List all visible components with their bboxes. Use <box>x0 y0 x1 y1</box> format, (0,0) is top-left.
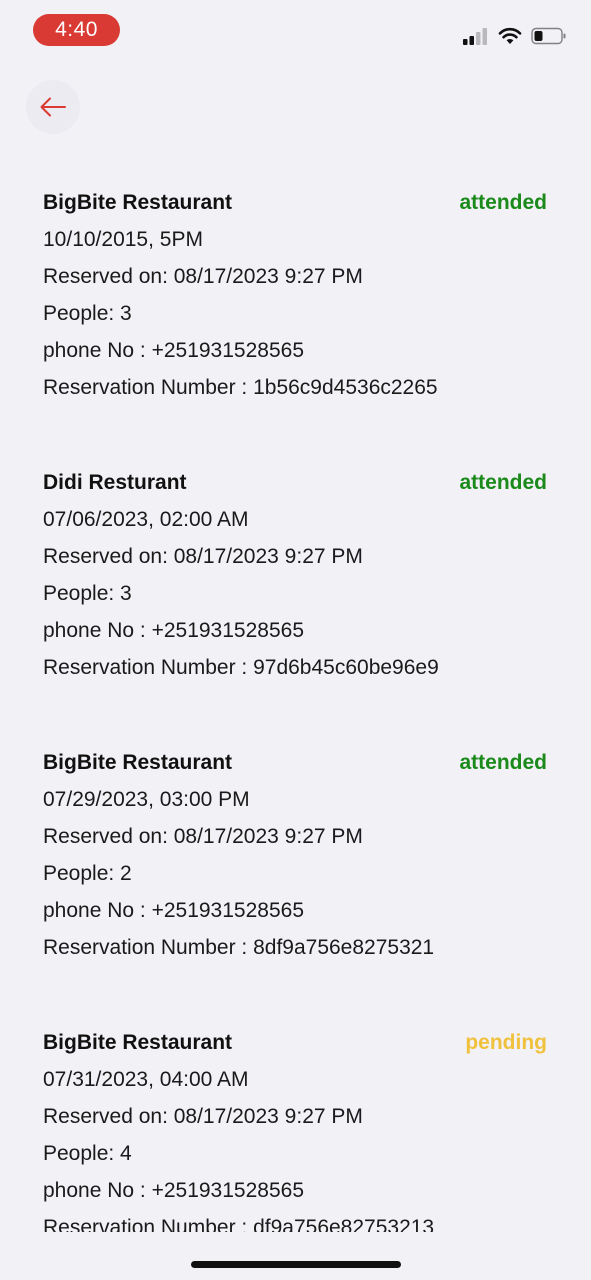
phone-number: phone No : +251931528565 <box>43 1179 304 1202</box>
reservation-card[interactable]: BigBite Restaurant attended 10/10/2015, … <box>43 184 547 406</box>
phone-number: phone No : +251931528565 <box>43 899 304 922</box>
status-badge: attended <box>459 750 547 774</box>
people-count: People: 3 <box>43 302 132 325</box>
people-count: People: 3 <box>43 582 132 605</box>
reservation-number: Reservation Number : 8df9a756e8275321 <box>43 936 435 959</box>
phone-number: phone No : +251931528565 <box>43 339 304 362</box>
status-badge: attended <box>459 190 547 214</box>
phone-number: phone No : +251931528565 <box>43 619 304 642</box>
reservation-number: Reservation Number : 97d6b45c60be96e9 <box>43 656 439 679</box>
reservation-list[interactable]: BigBite Restaurant attended 10/10/2015, … <box>0 0 591 1233</box>
status-badge: pending <box>465 1030 547 1054</box>
card-header: BigBite Restaurant pending <box>43 1024 547 1061</box>
restaurant-name: BigBite Restaurant <box>43 190 233 214</box>
reservation-card[interactable]: BigBite Restaurant pending 07/31/2023, 0… <box>43 1024 547 1233</box>
card-header: BigBite Restaurant attended <box>43 184 547 221</box>
people-count: People: 2 <box>43 862 132 885</box>
reserved-on: Reserved on: 08/17/2023 9:27 PM <box>43 825 363 848</box>
reservation-card[interactable]: BigBite Restaurant attended 07/29/2023, … <box>43 744 547 966</box>
people-count: People: 4 <box>43 1142 132 1165</box>
reservation-date: 07/29/2023, 03:00 PM <box>43 788 250 811</box>
reservation-date: 10/10/2015, 5PM <box>43 228 203 251</box>
home-indicator[interactable] <box>191 1261 401 1268</box>
restaurant-name: BigBite Restaurant <box>43 750 233 774</box>
reserved-on: Reserved on: 08/17/2023 9:27 PM <box>43 545 363 568</box>
restaurant-name: Didi Resturant <box>43 470 187 494</box>
reservation-card[interactable]: Didi Resturant attended 07/06/2023, 02:0… <box>43 464 547 686</box>
card-header: Didi Resturant attended <box>43 464 547 501</box>
reservation-date: 07/06/2023, 02:00 AM <box>43 508 249 531</box>
reservation-date: 07/31/2023, 04:00 AM <box>43 1068 249 1091</box>
card-header: BigBite Restaurant attended <box>43 744 547 781</box>
reservation-number: Reservation Number : 1b56c9d4536c2265 <box>43 376 438 399</box>
reserved-on: Reserved on: 08/17/2023 9:27 PM <box>43 1105 363 1128</box>
status-badge: attended <box>459 470 547 494</box>
restaurant-name: BigBite Restaurant <box>43 1030 233 1054</box>
reservation-number: Reservation Number : df9a756e82753213 <box>43 1216 435 1232</box>
reserved-on: Reserved on: 08/17/2023 9:27 PM <box>43 265 363 288</box>
